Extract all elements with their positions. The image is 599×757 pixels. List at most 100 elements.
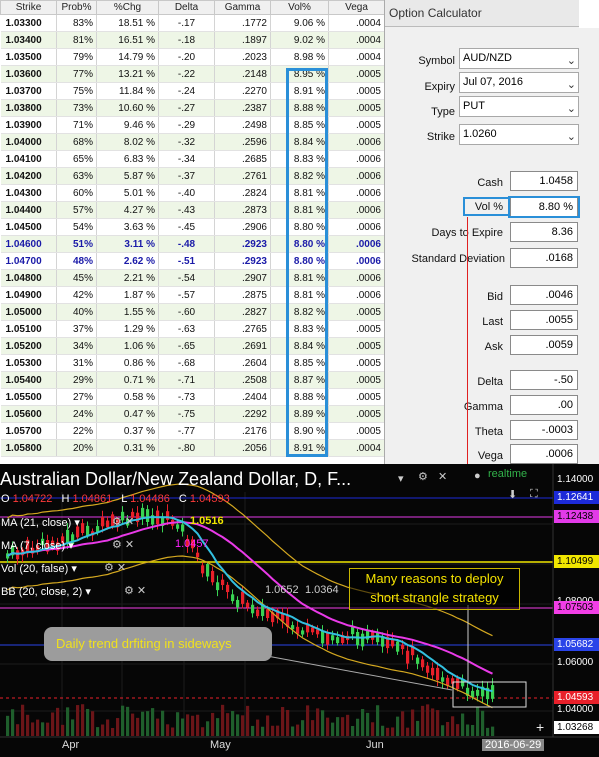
cell-vol: 8.82 % (270, 303, 329, 321)
cell-vol: 8.85 % (270, 354, 329, 372)
days-to-expire-label: Days to Expire (431, 227, 503, 239)
settings-icon[interactable]: ⚙ ✕ (112, 538, 134, 551)
column-header-delta[interactable]: Delta (158, 0, 215, 15)
column-header-chg[interactable]: %Chg (96, 0, 159, 15)
volume-bar (271, 725, 275, 736)
cell-strike: 1.05300 (0, 354, 57, 372)
settings-icon[interactable]: ⚙ ✕ (112, 515, 134, 528)
table-row[interactable]: 1.03300 83% 18.51 % -.17.1772 9.06 % .0004 (0, 14, 385, 32)
table-row[interactable]: 1.03400 81% 16.51 % -.18.1897 9.02 % .0004 (0, 31, 385, 49)
cell-chg: 0.58 % (96, 388, 159, 406)
cell-vega: .0006 (328, 269, 385, 287)
delta-field[interactable]: -.50 (510, 370, 578, 390)
cell-vega: .0006 (328, 286, 385, 304)
cell-gamma: .1897 (214, 31, 271, 49)
volume-bar (241, 715, 245, 736)
table-row[interactable]: 1.05100 37% 1.29 % -.63.2765 8.83 % .0005 (0, 320, 385, 338)
column-header-vega[interactable]: Vega (328, 0, 385, 15)
table-row[interactable]: 1.05800 20% 0.31 % -.80.2056 8.91 % .0004 (0, 439, 385, 457)
cell-strike: 1.04900 (0, 286, 57, 304)
volume-bar (261, 726, 265, 736)
cash-field[interactable]: 1.0458 (510, 171, 578, 191)
column-header-strike[interactable]: Strike (0, 0, 57, 15)
table-header-row: Strike Prob% %Chg Delta Gamma Vol% Vega (0, 0, 385, 15)
volume-bar (411, 709, 415, 736)
table-row[interactable]: 1.03700 75% 11.84 % -.24.2270 8.91 % .0005 (0, 82, 385, 100)
vol-label: Vol % (474, 201, 503, 213)
type-select[interactable]: PUT ⌄ (459, 96, 579, 117)
table-row[interactable]: 1.03500 79% 14.79 % -.20.2023 8.98 % .0004 (0, 48, 385, 66)
column-header-gamma[interactable]: Gamma (214, 0, 271, 15)
sideways-annotation: Daily trend drfiting in sideways (44, 627, 272, 661)
table-row[interactable]: 1.03900 71% 9.46 % -.29.2498 8.85 % .0005 (0, 116, 385, 134)
table-row[interactable]: 1.05600 24% 0.47 % -.75.2292 8.89 % .0005 (0, 405, 385, 423)
candle (101, 516, 105, 527)
table-row[interactable]: 1.04400 57% 4.27 % -.43.2873 8.81 % .0006 (0, 201, 385, 219)
table-row[interactable]: 1.04600 51% 3.11 % -.48.2923 8.80 % .0006 (0, 235, 385, 253)
ask-field[interactable]: .0059 (510, 335, 578, 355)
move-down-icon[interactable]: ⬇ (508, 488, 517, 501)
table-row[interactable]: 1.03600 77% 13.21 % -.22.2148 8.95 % .0005 (0, 65, 385, 83)
ma7-value: 1.0457 (175, 538, 209, 550)
last-field[interactable]: .0055 (510, 310, 578, 330)
cell-strike: 1.03900 (0, 116, 57, 134)
table-row[interactable]: 1.05000 40% 1.55 % -.60.2827 8.82 % .0005 (0, 303, 385, 321)
table-row[interactable]: 1.04900 42% 1.87 % -.57.2875 8.81 % .0006 (0, 286, 385, 304)
table-row[interactable]: 1.05700 22% 0.37 % -.77.2176 8.90 % .0005 (0, 422, 385, 440)
cell-gamma: .2148 (214, 65, 271, 83)
volume-bar (211, 712, 215, 736)
close-icon[interactable]: ✕ (438, 470, 447, 483)
indicator-bollinger[interactable]: BB (20, close, 2) ▾ (1, 585, 91, 598)
bb-upper-value: 1.0652 (265, 584, 299, 596)
table-row[interactable]: 1.04200 63% 5.87 % -.37.2761 8.82 % .0006 (0, 167, 385, 185)
cell-prob: 81% (56, 31, 97, 49)
indicator-ma7[interactable]: MA (7, close) ▾ (1, 539, 74, 552)
cell-chg: 1.87 % (96, 286, 159, 304)
volume-bar (346, 714, 350, 736)
days-to-expire-field[interactable]: 8.36 (510, 222, 578, 242)
theta-field[interactable]: -.0003 (510, 420, 578, 440)
standard-deviation-field[interactable]: .0168 (510, 248, 578, 268)
maximize-icon[interactable]: ⛶ (530, 488, 538, 501)
strike-select[interactable]: 1.0260 ⌄ (459, 124, 579, 145)
add-icon[interactable]: + (536, 719, 544, 735)
table-row[interactable]: 1.04500 54% 3.63 % -.45.2906 8.80 % .0006 (0, 218, 385, 236)
bid-field[interactable]: .0046 (510, 285, 578, 305)
vega-field[interactable]: .0006 (510, 444, 578, 464)
volume-bar (396, 716, 400, 736)
cell-chg: 3.11 % (96, 235, 159, 253)
candle (166, 511, 170, 520)
settings-icon[interactable]: ⚙ ✕ (124, 584, 146, 597)
table-row[interactable]: 1.04300 60% 5.01 % -.40.2824 8.81 % .0006 (0, 184, 385, 202)
cell-chg: 2.62 % (96, 252, 159, 270)
table-row[interactable]: 1.05200 34% 1.06 % -.65.2691 8.84 % .0005 (0, 337, 385, 355)
table-row[interactable]: 1.05400 29% 0.71 % -.71.2508 8.87 % .0005 (0, 371, 385, 389)
cell-prob: 57% (56, 201, 97, 219)
cell-strike: 1.04400 (0, 201, 57, 219)
candle (236, 599, 240, 608)
indicator-volume[interactable]: Vol (20, false) ▾ (1, 562, 77, 575)
expiry-select[interactable]: Jul 07, 2016 ⌄ (459, 72, 579, 93)
cell-strike: 1.03800 (0, 99, 57, 117)
gamma-field[interactable]: .00 (510, 395, 578, 415)
candle (396, 641, 400, 652)
table-row[interactable]: 1.05300 31% 0.86 % -.68.2604 8.85 % .0005 (0, 354, 385, 372)
table-row[interactable]: 1.04700 48% 2.62 % -.51.2923 8.80 % .0006 (0, 252, 385, 270)
table-row[interactable]: 1.04100 65% 6.83 % -.34.2685 8.83 % .0006 (0, 150, 385, 168)
settings-icon[interactable]: ⚙ ✕ (104, 561, 126, 574)
cell-chg: 6.83 % (96, 150, 159, 168)
settings-icon[interactable]: ⚙ (418, 470, 428, 483)
table-row[interactable]: 1.04800 45% 2.21 % -.54.2907 8.81 % .0006 (0, 269, 385, 287)
indicator-ma21[interactable]: MA (21, close) ▾ (1, 516, 80, 529)
table-row[interactable]: 1.03800 73% 10.60 % -.27.2387 8.88 % .0005 (0, 99, 385, 117)
column-header-prob[interactable]: Prob% (56, 0, 97, 15)
last-label: Last (482, 316, 503, 328)
table-row[interactable]: 1.04000 68% 8.02 % -.32.2596 8.84 % .0006 (0, 133, 385, 151)
symbol-select[interactable]: AUD/NZD ⌄ (459, 48, 579, 69)
column-header-vol[interactable]: Vol% (270, 0, 329, 15)
price-chart[interactable]: Australian Dollar/New Zealand Dollar, D,… (0, 464, 599, 757)
chevron-down-icon[interactable]: ▾ (398, 472, 404, 485)
low-value: 1.04486 (130, 493, 170, 505)
cell-strike: 1.05500 (0, 388, 57, 406)
table-row[interactable]: 1.05500 27% 0.58 % -.73.2404 8.88 % .0005 (0, 388, 385, 406)
